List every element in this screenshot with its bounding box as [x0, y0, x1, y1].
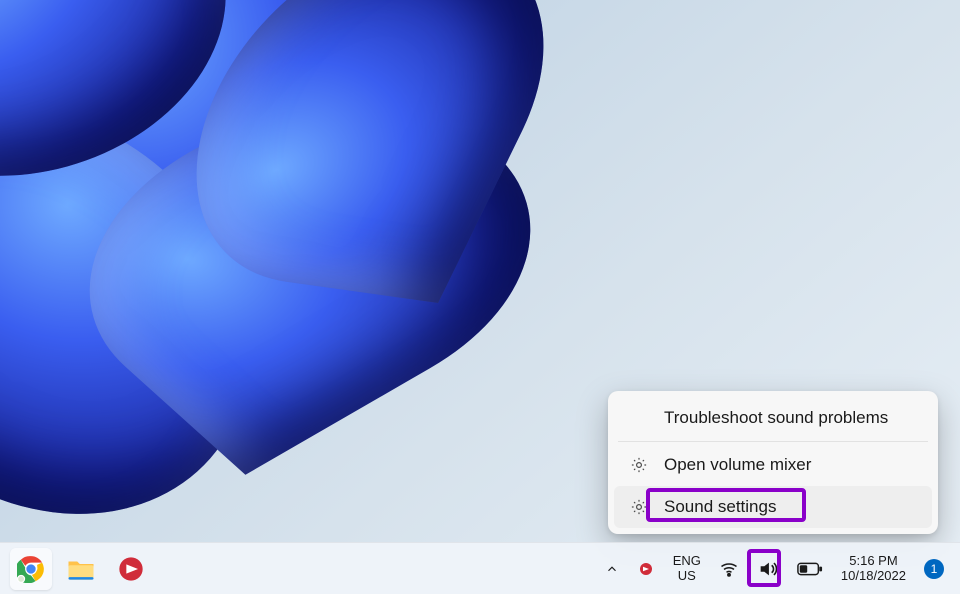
- menu-item-label: Troubleshoot sound problems: [664, 408, 888, 428]
- tray-overflow-button[interactable]: [599, 551, 625, 587]
- tray-volume-button[interactable]: [751, 551, 785, 587]
- lang-secondary: US: [678, 569, 696, 583]
- system-tray: ENG US 5:: [599, 551, 950, 587]
- tray-language-button[interactable]: ENG US: [667, 551, 707, 587]
- tray-date: 10/18/2022: [841, 569, 906, 583]
- notification-count: 1: [931, 562, 938, 576]
- tray-notifications-button[interactable]: 1: [918, 551, 950, 587]
- lang-primary: ENG: [673, 554, 701, 568]
- chrome-icon: [17, 555, 45, 583]
- taskbar-app-file-explorer[interactable]: [60, 548, 102, 590]
- menu-item-label: Sound settings: [664, 497, 776, 517]
- menu-item-open-volume-mixer[interactable]: Open volume mixer: [614, 444, 932, 486]
- sound-context-menu: Troubleshoot sound problems Open volume …: [608, 391, 938, 534]
- menu-item-troubleshoot-sound[interactable]: Troubleshoot sound problems: [614, 397, 932, 439]
- folder-icon: [66, 554, 96, 584]
- wallpaper-bloom: [0, 0, 660, 540]
- chevron-up-icon: [605, 562, 619, 576]
- taskbar-pinned-apps: [10, 548, 152, 590]
- taskbar: ENG US 5:: [0, 542, 960, 594]
- tray-app-icon: [637, 560, 655, 578]
- menu-item-sound-settings[interactable]: Sound settings: [614, 486, 932, 528]
- volume-icon: [757, 558, 779, 580]
- notification-badge: 1: [924, 559, 944, 579]
- recorder-icon: [117, 555, 145, 583]
- wifi-icon: [719, 559, 739, 579]
- battery-icon: [797, 559, 823, 579]
- tray-wifi-button[interactable]: [713, 551, 745, 587]
- taskbar-app-chrome[interactable]: [10, 548, 52, 590]
- taskbar-app-recorder[interactable]: [110, 548, 152, 590]
- menu-divider: [618, 441, 928, 442]
- tray-battery-button[interactable]: [791, 551, 829, 587]
- gear-icon: [628, 456, 650, 474]
- tray-time: 5:16 PM: [849, 554, 897, 568]
- menu-item-label: Open volume mixer: [664, 455, 811, 475]
- gear-icon: [628, 498, 650, 516]
- tray-app-indicator[interactable]: [631, 551, 661, 587]
- tray-clock-button[interactable]: 5:16 PM 10/18/2022: [835, 551, 912, 587]
